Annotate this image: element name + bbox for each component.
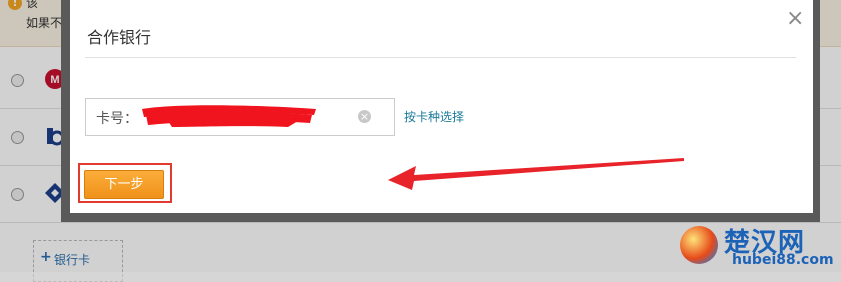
watermark-logo-icon [680, 226, 718, 264]
next-step-button[interactable]: 下一步 [84, 170, 164, 199]
close-icon[interactable]: × [786, 8, 804, 30]
title-divider [85, 57, 796, 58]
partner-bank-dialog: 合作银行 × 卡号： × 按卡种选择 下一步 [70, 0, 813, 213]
dialog-title: 合作银行 [87, 28, 152, 47]
card-number-field[interactable]: 卡号： × [85, 98, 395, 136]
card-number-label: 卡号： [96, 111, 138, 127]
watermark-en: hubei88.com [732, 252, 834, 268]
select-by-card-type-link[interactable]: 按卡种选择 [404, 108, 464, 125]
site-watermark: 楚汉网 hubei88.com [680, 222, 840, 272]
clear-input-icon[interactable]: × [358, 110, 371, 123]
annotation-arrow-icon [388, 158, 684, 190]
redaction-scribble [142, 105, 316, 127]
